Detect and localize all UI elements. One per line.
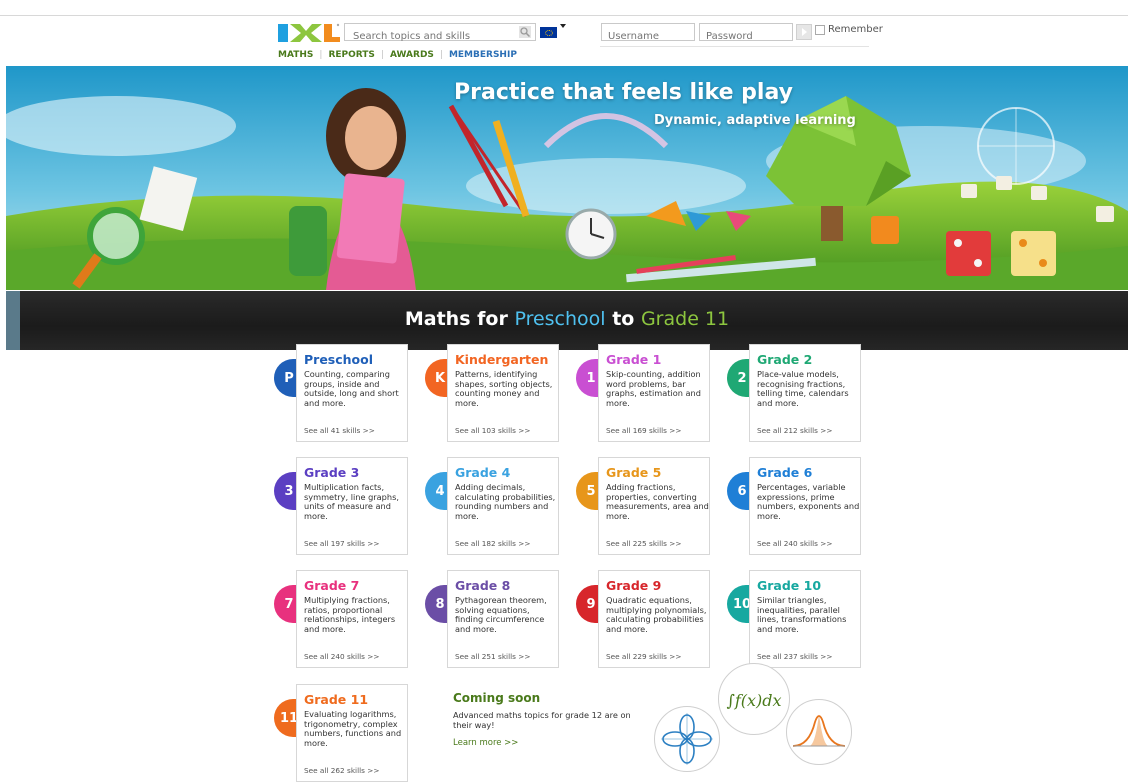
grade-card[interactable]: Grade 1 Skip-counting, addition word prob… (598, 344, 710, 442)
grade-description: Pythagorean theorem, solving equations, … (455, 595, 547, 634)
nav-maths[interactable]: MATHS (278, 50, 313, 60)
eu-flag-icon[interactable] (540, 27, 557, 38)
integral-formula: ∫f(x)dx (726, 691, 781, 710)
grade-name[interactable]: Grade 2 (757, 352, 812, 367)
nav-separator: | (380, 50, 384, 60)
grade-card[interactable]: Preschool Counting, comparing groups, ins… (296, 344, 408, 442)
grade-description: Adding fractions, properties, converting… (606, 482, 709, 521)
grade-name[interactable]: Grade 3 (304, 465, 359, 480)
bell-curve-icon (786, 699, 852, 765)
see-all-skills-link[interactable]: See all 103 skills >> (455, 426, 530, 435)
grade-card[interactable]: Grade 10 Similar triangles, inequalities,… (749, 570, 861, 668)
bell-curve-drawing (792, 714, 846, 747)
checkbox-icon[interactable] (815, 24, 825, 35)
chevron-down-icon[interactable] (560, 24, 566, 28)
grade-description: Similar triangles, inequalities, paralle… (757, 595, 847, 634)
headline-part2: to (605, 308, 641, 330)
remember-label: Remember (828, 24, 883, 35)
headline-preschool[interactable]: Preschool (514, 308, 605, 330)
grade-card[interactable]: Grade 4 Adding decimals, calculating prob… (447, 457, 559, 555)
password-field-box[interactable] (699, 23, 793, 45)
grade-name[interactable]: Preschool (304, 352, 373, 367)
learn-more-link[interactable]: Learn more >> (453, 738, 518, 748)
grade-description: Percentages, variable expressions, prime… (757, 482, 860, 521)
see-all-skills-link[interactable]: See all 262 skills >> (304, 766, 379, 775)
nav-membership[interactable]: MEMBERSHIP (449, 50, 517, 60)
remember-checkbox[interactable]: Remember (815, 24, 883, 35)
nav-separator: | (319, 50, 323, 60)
grade-name[interactable]: Grade 6 (757, 465, 812, 480)
grade-name[interactable]: Grade 9 (606, 578, 661, 593)
grade-card[interactable]: Grade 3 Multiplication facts, symmetry, l… (296, 457, 408, 555)
grade-card[interactable]: Grade 9 Quadratic equations, multiplying … (598, 570, 710, 668)
top-divider (0, 15, 1128, 16)
headline-grade[interactable]: Grade 11 (641, 308, 729, 330)
username-field-box[interactable] (601, 23, 695, 45)
grade-card[interactable]: Grade 7 Multiplying fractions, ratios, pr… (296, 570, 408, 668)
see-all-skills-link[interactable]: See all 240 skills >> (304, 652, 379, 661)
see-all-skills-link[interactable]: See all 197 skills >> (304, 539, 379, 548)
ixl-logo[interactable] (278, 22, 340, 44)
grade-card[interactable]: Grade 2 Place-value models, recognising f… (749, 344, 861, 442)
main-nav: MATHS | REPORTS | AWARDS | MEMBERSHIP (278, 50, 517, 60)
headline-part1: Maths for (404, 308, 515, 330)
banner-title: Practice that feels like play (454, 80, 793, 105)
grade-name[interactable]: Kindergarten (455, 352, 548, 367)
polar-graph-drawing (661, 713, 713, 765)
grade-card[interactable]: Kindergarten Patterns, identifying shapes… (447, 344, 559, 442)
search-box[interactable] (344, 23, 536, 45)
header-divider (600, 46, 869, 47)
grade-card[interactable]: Grade 5 Adding fractions, properties, con… (598, 457, 710, 555)
grade-description: Counting, comparing groups, inside and o… (304, 369, 399, 408)
sign-in-button[interactable] (796, 24, 812, 40)
see-all-skills-link[interactable]: See all 169 skills >> (606, 426, 681, 435)
grade-description: Adding decimals, calculating probabiliti… (455, 482, 556, 521)
see-all-skills-link[interactable]: See all 182 skills >> (455, 539, 530, 548)
see-all-skills-link[interactable]: See all 41 skills >> (304, 426, 375, 435)
headline-text: Maths for Preschool to Grade 11 (6, 308, 1128, 330)
coming-soon-title: Coming soon (453, 691, 541, 705)
grade-name[interactable]: Grade 10 (757, 578, 821, 593)
grade-description: Multiplication facts, symmetry, line gra… (304, 482, 399, 521)
grade-description: Evaluating logarithms, trigonometry, com… (304, 709, 402, 748)
see-all-skills-link[interactable]: See all 251 skills >> (455, 652, 530, 661)
grade-card[interactable]: Grade 8 Pythagorean theorem, solving equa… (447, 570, 559, 668)
grade-description: Skip-counting, addition word problems, b… (606, 369, 701, 408)
coming-soon-description: Advanced maths topics for grade 12 are o… (453, 710, 631, 730)
hero-banner: Practice that feels like play Dynamic, a… (6, 66, 1128, 290)
nav-awards[interactable]: AWARDS (390, 50, 434, 60)
see-all-skills-link[interactable]: See all 237 skills >> (757, 652, 832, 661)
grade-name[interactable]: Grade 5 (606, 465, 661, 480)
banner-subtitle: Dynamic, adaptive learning (654, 113, 856, 128)
integral-drawing: ∫f(x)dx (726, 691, 781, 710)
grade-description: Patterns, identifying shapes, sorting ob… (455, 369, 553, 408)
see-all-skills-link[interactable]: See all 225 skills >> (606, 539, 681, 548)
search-input[interactable] (345, 28, 521, 45)
password-field[interactable] (700, 28, 790, 45)
grade-name[interactable]: Grade 1 (606, 352, 661, 367)
grade-name[interactable]: Grade 7 (304, 578, 359, 593)
polar-graph-icon (654, 706, 720, 772)
grade-description: Quadratic equations, multiplying polynom… (606, 595, 707, 634)
username-field[interactable] (602, 28, 692, 45)
nav-reports[interactable]: REPORTS (328, 50, 374, 60)
headline-strip: Maths for Preschool to Grade 11 (6, 291, 1128, 350)
grade-card[interactable]: Grade 6 Percentages, variable expressions… (749, 457, 861, 555)
grade-description: Multiplying fractions, ratios, proportio… (304, 595, 396, 634)
search-icon[interactable] (519, 26, 531, 38)
grade-name[interactable]: Grade 4 (455, 465, 510, 480)
grade-description: Place-value models, recognising fraction… (757, 369, 849, 408)
grade-name[interactable]: Grade 11 (304, 692, 368, 707)
integral-icon: ∫f(x)dx (718, 663, 790, 735)
grade-name[interactable]: Grade 8 (455, 578, 510, 593)
see-all-skills-link[interactable]: See all 240 skills >> (757, 539, 832, 548)
grade-card[interactable]: Grade 11 Evaluating logarithms, trigonome… (296, 684, 408, 782)
nav-separator: | (439, 50, 443, 60)
see-all-skills-link[interactable]: See all 229 skills >> (606, 652, 681, 661)
see-all-skills-link[interactable]: See all 212 skills >> (757, 426, 832, 435)
